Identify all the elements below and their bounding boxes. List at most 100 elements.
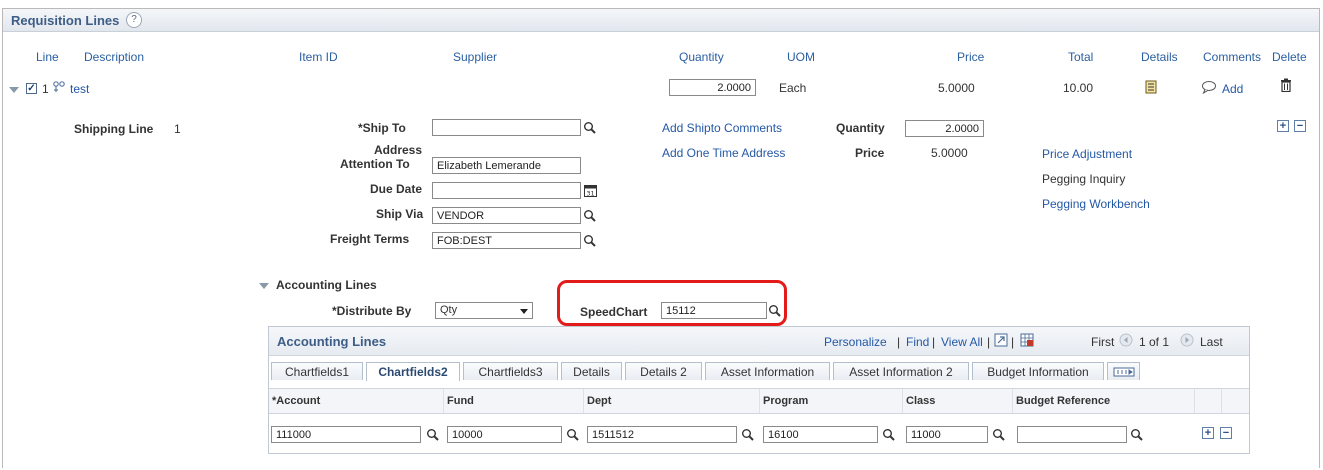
line-price: 5.0000: [938, 81, 975, 95]
ship-to-input[interactable]: [432, 119, 581, 136]
add-shipto-comments-link[interactable]: Add Shipto Comments: [662, 121, 782, 135]
personalize-link[interactable]: Personalize: [824, 335, 887, 349]
separator: |: [897, 335, 901, 349]
address-label: Address: [374, 143, 423, 157]
separator: |: [987, 335, 991, 349]
find-link[interactable]: Find: [906, 335, 929, 349]
zoom-grid-icon[interactable]: [994, 333, 1008, 347]
pager-text: 1 of 1: [1139, 335, 1170, 349]
tab-asset-information-2[interactable]: Asset Information 2: [833, 362, 969, 380]
download-excel-icon[interactable]: [1020, 333, 1034, 347]
col-account: *Account: [269, 389, 444, 413]
grid-tabs: Chartfields1 Chartfields2 Chartfields3 D…: [269, 356, 1249, 381]
line-select-checkbox[interactable]: ✓: [26, 83, 37, 94]
dept-lookup-icon[interactable]: [741, 428, 755, 442]
shipping-line-number: 1: [174, 122, 181, 136]
next-arrow-icon[interactable]: [1180, 333, 1194, 347]
line-total: 10.00: [1063, 81, 1094, 95]
distribute-by-select[interactable]: Qty: [435, 302, 533, 319]
add-shipping-line-button[interactable]: +: [1277, 120, 1289, 132]
col-description: Description: [84, 50, 145, 64]
remove-accounting-row-button[interactable]: −: [1220, 427, 1232, 439]
due-date-label: Due Date: [370, 182, 423, 196]
program-lookup-icon[interactable]: [882, 428, 896, 442]
line-description-link[interactable]: test: [70, 82, 89, 96]
col-class: Class: [903, 389, 1013, 413]
col-details: Details: [1141, 50, 1178, 64]
fund-lookup-icon[interactable]: [566, 428, 580, 442]
program-input[interactable]: 16100: [763, 426, 878, 443]
col-dept: Dept: [584, 389, 760, 413]
grid-column-headers: *Account Fund Dept Program Class Budget …: [269, 388, 1249, 414]
account-lookup-icon[interactable]: [426, 428, 440, 442]
tab-chartfields1[interactable]: Chartfields1: [271, 362, 363, 380]
ship-via-lookup-icon[interactable]: [583, 209, 597, 223]
tab-details[interactable]: Details: [561, 362, 622, 380]
tab-details-2[interactable]: Details 2: [625, 362, 702, 380]
delete-trash-icon[interactable]: [1280, 78, 1292, 93]
tab-chartfields2[interactable]: Chartfields2: [366, 362, 460, 381]
section-title: Requisition Lines: [11, 13, 120, 28]
account-input[interactable]: 111000: [271, 426, 421, 443]
ship-via-input[interactable]: VENDOR: [432, 207, 581, 224]
show-all-columns-icon[interactable]: [1107, 362, 1140, 380]
grid-title: Accounting Lines: [277, 334, 387, 349]
grid-header: Accounting Lines Personalize | Find | Vi…: [269, 327, 1249, 356]
tab-budget-information[interactable]: Budget Information: [972, 362, 1104, 380]
add-one-time-address-link[interactable]: Add One Time Address: [662, 146, 785, 160]
ship-quantity-label: Quantity: [836, 121, 885, 135]
help-icon[interactable]: ?: [126, 12, 142, 28]
accounting-section-label: Accounting Lines: [276, 278, 377, 292]
col-total: Total: [1068, 50, 1094, 64]
section-header: Requisition Lines ?: [3, 9, 1319, 32]
svg-text:31: 31: [586, 190, 594, 198]
tab-asset-information[interactable]: Asset Information: [705, 362, 830, 380]
ship-to-lookup-icon[interactable]: [583, 121, 597, 135]
budget-reference-lookup-icon[interactable]: [1130, 428, 1144, 442]
collapse-accounting-icon[interactable]: [259, 283, 269, 289]
col-price: Price: [957, 50, 985, 64]
col-add: [1195, 389, 1222, 413]
line-uom: Each: [779, 81, 807, 95]
comment-bubble-icon[interactable]: [1201, 80, 1217, 95]
col-supplier: Supplier: [453, 50, 498, 64]
due-date-input[interactable]: [432, 182, 581, 199]
price-adjustment-link[interactable]: Price Adjustment: [1042, 147, 1132, 161]
col-budget-reference: Budget Reference: [1013, 389, 1195, 413]
chevron-down-icon: [520, 309, 528, 314]
ship-via-label: Ship Via: [376, 207, 424, 221]
last-label: Last: [1200, 335, 1223, 349]
ship-to-label: *Ship To: [358, 121, 406, 135]
add-comment-link[interactable]: Add: [1222, 82, 1243, 96]
previous-arrow-icon[interactable]: [1119, 333, 1133, 347]
calendar-icon[interactable]: 31: [584, 184, 597, 198]
dept-input[interactable]: 1511512: [587, 426, 737, 443]
fund-input[interactable]: 10000: [447, 426, 562, 443]
freight-terms-lookup-icon[interactable]: [583, 234, 597, 248]
line-quantity-input[interactable]: 2.0000: [669, 79, 756, 96]
col-program: Program: [760, 389, 903, 413]
ship-price-label: Price: [855, 146, 885, 160]
class-input[interactable]: 11000: [906, 426, 988, 443]
ship-quantity-input[interactable]: 2.0000: [905, 120, 984, 137]
col-line: Line: [36, 50, 59, 64]
attention-to-input[interactable]: Elizabeth Lemerande: [432, 157, 581, 174]
pegging-inquiry-text: Pegging Inquiry: [1042, 172, 1126, 186]
col-item-id: Item ID: [299, 50, 338, 64]
speedchart-highlight-box: [557, 280, 787, 326]
pegging-workbench-link[interactable]: Pegging Workbench: [1042, 197, 1150, 211]
col-delete: Delete: [1272, 50, 1307, 64]
class-lookup-icon[interactable]: [992, 428, 1006, 442]
separator: |: [1011, 335, 1015, 349]
tab-chartfields3[interactable]: Chartfields3: [463, 362, 558, 380]
distribute-by-label: *Distribute By: [332, 304, 412, 318]
attention-to-label: Attention To: [340, 157, 410, 171]
add-accounting-row-button[interactable]: +: [1202, 427, 1214, 439]
details-icon[interactable]: [1144, 80, 1158, 94]
budget-reference-input[interactable]: [1017, 426, 1127, 443]
collapse-line-icon[interactable]: [9, 87, 19, 93]
remove-shipping-line-button[interactable]: −: [1294, 120, 1306, 132]
col-fund: Fund: [444, 389, 584, 413]
view-all-link[interactable]: View All: [941, 335, 983, 349]
freight-terms-input[interactable]: FOB:DEST: [432, 232, 581, 249]
